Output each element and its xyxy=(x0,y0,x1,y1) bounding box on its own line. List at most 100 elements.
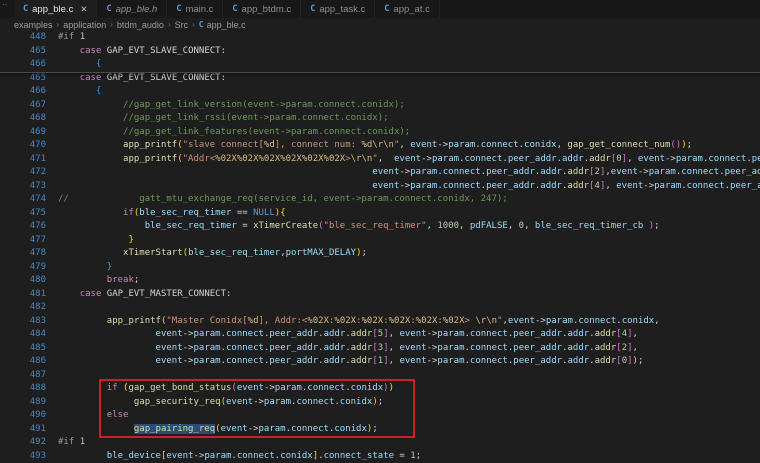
breadcrumb-item-Src[interactable]: Src xyxy=(175,20,189,30)
line-number[interactable]: 470 xyxy=(0,139,46,153)
tab-label: app_ble.h xyxy=(116,4,158,15)
line-number[interactable]: 468 xyxy=(0,112,46,126)
line-number[interactable]: 475 xyxy=(0,207,46,221)
line-number[interactable]: 478 xyxy=(0,247,46,261)
code-line-480[interactable]: 480 break; xyxy=(0,274,760,288)
code-line-493[interactable]: 493 ble_device[event->param.connect.coni… xyxy=(0,450,760,463)
line-number[interactable]: 476 xyxy=(0,220,46,234)
code-line-477[interactable]: 477 } xyxy=(0,234,760,248)
code-line-475[interactable]: 475 if(ble_sec_req_timer == NULL){ xyxy=(0,207,760,221)
code-line-486[interactable]: 486 event->param.connect.peer_addr.addr.… xyxy=(0,355,760,369)
code-line-485[interactable]: 485 event->param.connect.peer_addr.addr.… xyxy=(0,342,760,356)
code-text: event->param.connect.peer_addr.addr.addr… xyxy=(58,355,643,369)
line-number[interactable]: 465 xyxy=(0,45,46,59)
line-number[interactable]: 467 xyxy=(0,99,46,113)
code-line-476[interactable]: 476 ble_sec_req_timer = xTimerCreate("bl… xyxy=(0,220,760,234)
line-number[interactable]: 474 xyxy=(0,193,46,207)
chevron-right-icon: › xyxy=(57,20,60,29)
line-number[interactable]: 488 xyxy=(0,382,46,396)
code-line-481[interactable]: 481 case GAP_EVT_MASTER_CONNECT: xyxy=(0,288,760,302)
line-number[interactable]: 490 xyxy=(0,409,46,423)
code-line-448[interactable]: 448#if 1 xyxy=(0,31,760,45)
line-number[interactable]: 485 xyxy=(0,342,46,356)
line-number[interactable]: 448 xyxy=(0,31,46,45)
line-number[interactable]: 466 xyxy=(0,58,46,72)
line-number[interactable]: 472 xyxy=(0,166,46,180)
close-icon[interactable]: ✕ xyxy=(80,4,87,15)
c-file-icon: C xyxy=(23,4,28,14)
c-file-icon: C xyxy=(384,4,389,14)
code-text: if(ble_sec_req_timer == NULL){ xyxy=(58,207,286,221)
code-line-469[interactable]: 469 //gap_get_link_features(event->param… xyxy=(0,126,760,140)
line-number[interactable]: 491 xyxy=(0,423,46,437)
tab-main.c[interactable]: Cmain.c xyxy=(167,0,223,18)
code-text: } xyxy=(58,261,112,275)
code-line-472[interactable]: 472 event->param.connect.peer_addr.addr.… xyxy=(0,166,760,180)
line-number[interactable]: 479 xyxy=(0,261,46,275)
code-text: break; xyxy=(58,274,139,288)
code-line-484[interactable]: 484 event->param.connect.peer_addr.addr.… xyxy=(0,328,760,342)
c-file-icon: C xyxy=(176,4,181,14)
line-number[interactable]: 471 xyxy=(0,153,46,167)
line-number[interactable]: 492 xyxy=(0,436,46,450)
line-number[interactable]: 493 xyxy=(0,450,46,463)
code-line-468[interactable]: 468 //gap_get_link_rssi(event->param.con… xyxy=(0,112,760,126)
code-text: if (gap_get_bond_status(event->param.con… xyxy=(58,382,394,396)
code-line-490[interactable]: 490 else xyxy=(0,409,760,423)
code-text: ble_sec_req_timer = xTimerCreate("ble_se… xyxy=(58,220,660,234)
code-line-483[interactable]: 483 app_printf("Master Conidx[%d], Addr:… xyxy=(0,315,760,329)
code-line-491[interactable]: 491 gap_pairing_req(event->param.connect… xyxy=(0,423,760,437)
line-number[interactable]: 465 xyxy=(0,72,46,86)
tab-app_ble.c[interactable]: Capp_ble.c✕ xyxy=(14,0,97,18)
code-text: //gap_get_link_features(event->param.con… xyxy=(58,126,410,140)
line-number[interactable]: 486 xyxy=(0,355,46,369)
breadcrumb-item-btdm_audio[interactable]: btdm_audio xyxy=(117,20,164,30)
code-line-474[interactable]: 474 // gatt_mtu_exchange_req(service_id, … xyxy=(0,193,760,207)
code-text: { xyxy=(58,85,101,99)
code-line-465[interactable]: 465 case GAP_EVT_SLAVE_CONNECT: xyxy=(0,72,760,86)
code-line-467[interactable]: 467 //gap_get_link_version(event->param.… xyxy=(0,99,760,113)
breadcrumb-file[interactable]: app_ble.c xyxy=(207,20,246,30)
code-editor[interactable]: 465 case GAP_EVT_SLAVE_CONNECT:466 {467 … xyxy=(0,72,760,463)
line-number[interactable]: 483 xyxy=(0,315,46,329)
code-line-471[interactable]: 471 app_printf("Addr<%02X%02X%02X%02X%02… xyxy=(0,153,760,167)
line-number[interactable]: 484 xyxy=(0,328,46,342)
line-number[interactable]: 469 xyxy=(0,126,46,140)
line-number[interactable]: 487 xyxy=(0,369,46,383)
code-line-492[interactable]: 492#if 1 xyxy=(0,436,760,450)
code-line-465[interactable]: 465 case GAP_EVT_SLAVE_CONNECT: xyxy=(0,45,760,59)
chevron-right-icon: › xyxy=(192,20,195,29)
code-line-482[interactable]: 482 xyxy=(0,301,760,315)
line-number[interactable]: 480 xyxy=(0,274,46,288)
code-line-466[interactable]: 466 { xyxy=(0,58,760,72)
code-line-473[interactable]: 473 event->param.connect.peer_addr.addr.… xyxy=(0,180,760,194)
line-number[interactable]: 482 xyxy=(0,301,46,315)
tab-app_ble.h[interactable]: Capp_ble.h xyxy=(97,0,167,18)
line-number[interactable]: 489 xyxy=(0,396,46,410)
line-number[interactable]: 481 xyxy=(0,288,46,302)
code-line-489[interactable]: 489 gap_security_req(event->param.connec… xyxy=(0,396,760,410)
breadcrumb-item-examples[interactable]: examples xyxy=(14,20,53,30)
c-file-icon: C xyxy=(199,20,204,29)
line-number[interactable]: 466 xyxy=(0,85,46,99)
tab-app_btdm.c[interactable]: Capp_btdm.c xyxy=(223,0,301,18)
code-line-487[interactable]: 487 xyxy=(0,369,760,383)
editor-tab-bar: ·· Capp_ble.c✕Capp_ble.hCmain.cCapp_btdm… xyxy=(0,0,760,19)
code-line-479[interactable]: 479 } xyxy=(0,261,760,275)
code-text: case GAP_EVT_SLAVE_CONNECT: xyxy=(58,72,226,86)
breadcrumb-item-application[interactable]: application xyxy=(63,20,106,30)
tab-overflow-icon[interactable]: ·· xyxy=(0,0,14,18)
code-line-488[interactable]: 488 if (gap_get_bond_status(event->param… xyxy=(0,382,760,396)
tab-app_task.c[interactable]: Capp_task.c xyxy=(301,0,375,18)
code-text: case GAP_EVT_SLAVE_CONNECT: xyxy=(58,45,226,59)
c-file-icon: C xyxy=(106,4,111,14)
line-number[interactable]: 473 xyxy=(0,180,46,194)
code-text: gap_security_req(event->param.connect.co… xyxy=(58,396,383,410)
code-line-470[interactable]: 470 app_printf("slave connect[%d], conne… xyxy=(0,139,760,153)
code-text: app_printf("Master Conidx[%d], Addr:<%02… xyxy=(58,315,660,329)
code-text: // gatt_mtu_exchange_req(service_id, eve… xyxy=(58,193,508,207)
line-number[interactable]: 477 xyxy=(0,234,46,248)
code-line-466[interactable]: 466 { xyxy=(0,85,760,99)
tab-app_at.c[interactable]: Capp_at.c xyxy=(375,0,440,18)
code-line-478[interactable]: 478 xTimerStart(ble_sec_req_timer,portMA… xyxy=(0,247,760,261)
